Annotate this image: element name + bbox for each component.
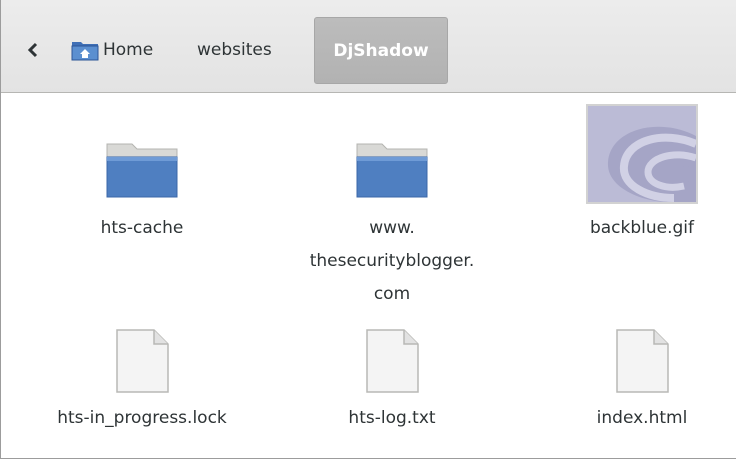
file-item-hts-cache[interactable]: hts-cache — [22, 140, 262, 245]
file-item-www-thesecurityblogger-com[interactable]: www. thesecurityblogger. com — [272, 140, 512, 311]
file-item-name: hts-in_progress.lock — [57, 408, 227, 428]
breadcrumb-current-label: DjShadow — [333, 40, 429, 61]
breadcrumb-home[interactable]: Home — [71, 36, 153, 64]
text-file-icon — [616, 329, 669, 393]
file-item-name-line: www. — [369, 218, 415, 238]
image-thumbnail-icon — [586, 104, 698, 204]
file-item-name: backblue.gif — [589, 218, 695, 238]
file-item-name: hts-log.txt — [348, 408, 436, 428]
breadcrumb-current[interactable]: DjShadow — [314, 17, 448, 84]
folder-icon — [106, 143, 178, 198]
file-manager-window: Home websites DjShadow hts-cache www. th… — [0, 0, 736, 459]
file-item-name-line: com — [373, 284, 411, 304]
file-item-name: hts-cache — [100, 218, 184, 238]
file-item-name-line: thesecurityblogger. — [309, 251, 475, 271]
home-folder-icon — [71, 42, 99, 61]
file-item-index-html[interactable]: index.html — [522, 328, 736, 435]
file-item-hts-in-progress-lock[interactable]: hts-in_progress.lock — [22, 328, 262, 435]
file-item-backblue-gif[interactable]: backblue.gif — [522, 104, 736, 245]
breadcrumb-websites[interactable]: websites — [197, 36, 272, 64]
back-button[interactable] — [23, 38, 43, 62]
breadcrumb-home-label: Home — [103, 40, 154, 60]
folder-icon — [356, 143, 428, 198]
file-item-hts-log-txt[interactable]: hts-log.txt — [272, 328, 512, 435]
file-item-name: www. thesecurityblogger. com — [310, 212, 475, 311]
chevron-left-icon — [27, 42, 38, 58]
text-file-icon — [116, 329, 169, 393]
file-item-name: index.html — [596, 408, 688, 428]
path-bar: Home websites DjShadow — [1, 0, 736, 93]
text-file-icon — [366, 329, 419, 393]
